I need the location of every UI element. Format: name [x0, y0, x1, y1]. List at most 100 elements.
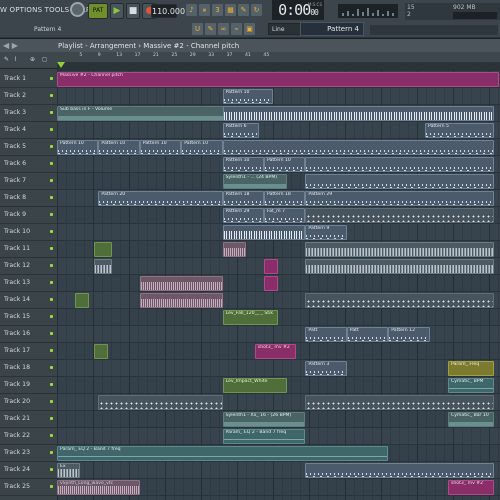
current-pattern-label[interactable]: Pattern 4 — [34, 26, 61, 33]
playlist-clip[interactable] — [93, 259, 113, 274]
blend-notes-icon[interactable]: ▦ — [225, 4, 236, 16]
loop-record-icon[interactable]: ↻ — [251, 4, 262, 16]
track-mute-led[interactable] — [50, 485, 53, 488]
playlist-clip[interactable]: Pattern 12 — [388, 327, 430, 342]
snap-selector[interactable]: Line — [268, 23, 302, 35]
track-header[interactable]: Track 20 — [0, 394, 57, 411]
track-lane[interactable] — [57, 309, 500, 326]
tool-pencil-icon[interactable]: ✎ — [4, 56, 9, 63]
pencil-icon[interactable]: ✎ — [205, 23, 216, 35]
tool-brush-icon[interactable]: ⌇ — [14, 56, 17, 63]
magnet-icon[interactable]: U — [192, 23, 203, 35]
pattern-selector[interactable]: Pattern 4 — [300, 22, 364, 36]
playlist-clip[interactable]: Pattern 6 — [222, 123, 260, 138]
playlist-clip[interactable]: Param_ EQ 2 - Band 7 freq — [222, 429, 306, 444]
playlist-clip[interactable]: Pattern 29 — [305, 191, 494, 206]
track-header[interactable]: Track 15 — [0, 309, 57, 326]
playlist-clip[interactable]: Pattern 5 — [425, 123, 494, 138]
track-header[interactable]: Track 13 — [0, 275, 57, 292]
track-header[interactable]: Track 2 — [0, 88, 57, 105]
playlist-clip[interactable] — [75, 293, 90, 308]
playlist-clip[interactable] — [93, 344, 108, 359]
playlist-clip[interactable] — [305, 174, 494, 189]
track-mute-led[interactable] — [50, 230, 53, 233]
playlist-clip[interactable] — [222, 225, 306, 240]
track-mute-led[interactable] — [50, 264, 53, 267]
playlist-clip[interactable]: Sub bass in F - Volume — [57, 106, 228, 121]
playlist-clip[interactable]: Cymatic_ Bar 10 — [448, 412, 494, 427]
track-mute-led[interactable] — [50, 298, 53, 301]
track-mute-led[interactable] — [50, 434, 53, 437]
playlist-clip[interactable] — [305, 463, 494, 478]
track-mute-led[interactable] — [50, 128, 53, 131]
playlist-clip[interactable]: Pattern 10 — [222, 89, 274, 104]
track-mute-led[interactable] — [50, 400, 53, 403]
playlist-clip[interactable] — [305, 293, 494, 308]
playlist-clip[interactable]: Sylenth1 - ... (24 BPM) — [222, 174, 287, 189]
playlist-clip[interactable]: Pattern 29 — [222, 208, 264, 223]
step-edit-icon[interactable]: ✎ — [238, 4, 249, 16]
playlist-clip[interactable]: Pattern 10 — [264, 157, 306, 172]
track-header[interactable]: Track 7 — [0, 173, 57, 190]
track-header[interactable]: Track 18 — [0, 360, 57, 377]
playlist-clip[interactable] — [305, 259, 494, 274]
track-lane[interactable] — [57, 326, 500, 343]
playlist-clip[interactable]: Pattern 10 — [139, 140, 182, 155]
track-lane[interactable] — [57, 360, 500, 377]
playlist-clip[interactable]: Pattern 20 — [98, 191, 223, 206]
track-header[interactable]: Track 5 — [0, 139, 57, 156]
track-header[interactable]: Track 16 — [0, 326, 57, 343]
link-icon[interactable]: ∞ — [218, 23, 229, 35]
playlist-clip[interactable] — [222, 242, 246, 257]
playlist-clip[interactable]: Patt — [305, 327, 347, 342]
track-header[interactable]: Track 9 — [0, 207, 57, 224]
track-header[interactable]: Track 11 — [0, 241, 57, 258]
track-mute-led[interactable] — [50, 332, 53, 335]
playlist-clip[interactable] — [222, 140, 494, 155]
track-mute-led[interactable] — [50, 145, 53, 148]
playlist-clip[interactable]: Pattern 9 — [305, 225, 347, 240]
playlist-clip[interactable]: Pattern 10 — [57, 140, 99, 155]
track-mute-led[interactable] — [50, 281, 53, 284]
track-mute-led[interactable] — [50, 349, 53, 352]
track-mute-led[interactable] — [50, 451, 53, 454]
playlist-clip[interactable] — [264, 276, 278, 291]
playlist-clip[interactable] — [222, 106, 494, 121]
timeline-ruler[interactable]: 5 9 13 17 21 25 29 33 37 41 45 — [57, 52, 500, 62]
playlist-clip[interactable]: Pattern 18 — [222, 191, 264, 206]
playlist-clip[interactable]: Pattern 18 — [264, 191, 306, 206]
playlist-clip[interactable]: shot3_ mv #2 — [254, 344, 297, 359]
playlist-clip[interactable]: Pattern 3 — [305, 361, 347, 376]
pattern-song-toggle[interactable]: PAT — [88, 3, 108, 19]
playlist-clip[interactable]: Cymatic_ BPM — [448, 378, 494, 393]
track-mute-led[interactable] — [50, 77, 53, 80]
track-mute-led[interactable] — [50, 111, 53, 114]
wait-input-icon[interactable]: ⏸ — [199, 4, 210, 16]
playlist-clip[interactable]: Param_ EQ 2 - Band 7 freq — [57, 446, 389, 461]
playlist-clip[interactable]: Fat_m 7 — [264, 208, 306, 223]
playlist-clip[interactable] — [139, 276, 223, 291]
track-header[interactable]: Track 25 — [0, 479, 57, 496]
play-button[interactable]: ▶ — [110, 3, 124, 19]
playlist-clip[interactable]: Pattern 10 — [222, 157, 264, 172]
track-header[interactable]: Track 17 — [0, 343, 57, 360]
track-header[interactable]: Track 10 — [0, 224, 57, 241]
tool-zoom-icon[interactable]: ⊕ — [30, 56, 35, 63]
playlist-clip[interactable] — [98, 395, 223, 410]
track-mute-led[interactable] — [50, 383, 53, 386]
playlist-clip[interactable]: shot3_ mv #2 — [448, 480, 494, 495]
plugin-icon[interactable]: ▣ — [244, 23, 255, 35]
track-header[interactable]: Track 14 — [0, 292, 57, 309]
playlist-clip[interactable]: Lev_Fall_120__ _ Stik — [222, 310, 278, 325]
track-header[interactable]: Track 24 — [0, 462, 57, 479]
track-header[interactable]: Track 22 — [0, 428, 57, 445]
playlist-clip[interactable] — [93, 242, 113, 257]
track-header[interactable]: Track 3 — [0, 105, 57, 122]
track-mute-led[interactable] — [50, 179, 53, 182]
playlist-clip[interactable]: vSynth_Long_wave_vtc — [57, 480, 140, 495]
track-header[interactable]: Track 8 — [0, 190, 57, 207]
playlist-clip[interactable]: Patt — [346, 327, 389, 342]
metronome-icon[interactable]: ♪ — [186, 4, 197, 16]
track-mute-led[interactable] — [50, 468, 53, 471]
cable-icon[interactable]: ⌁ — [231, 23, 242, 35]
